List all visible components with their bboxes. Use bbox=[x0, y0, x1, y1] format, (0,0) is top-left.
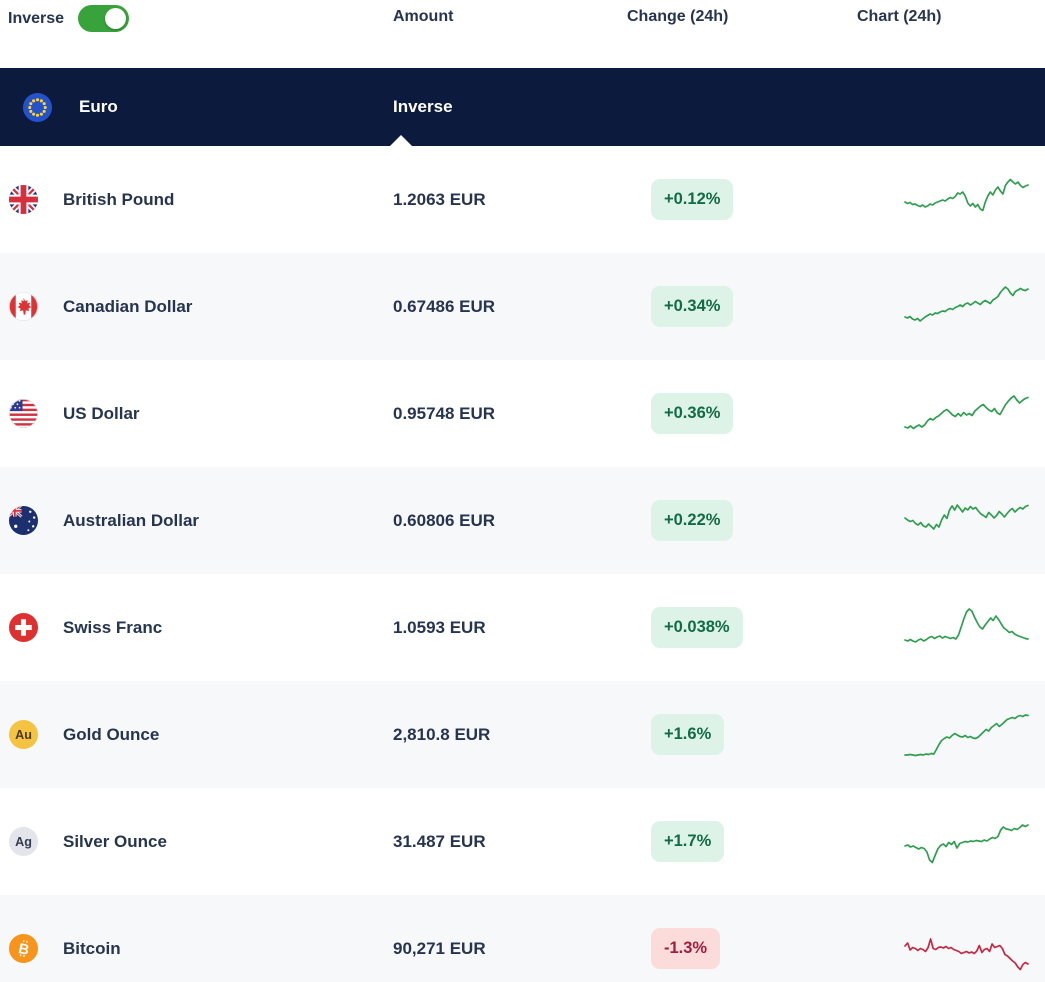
svg-text:Ag: Ag bbox=[15, 835, 32, 849]
row-australian-dollar[interactable]: Australian Dollar 0.60806 EUR +0.22% bbox=[0, 467, 1045, 574]
sparkline-chart bbox=[904, 713, 1029, 756]
currency-name: Silver Ounce bbox=[63, 831, 167, 851]
currency-amount: 2,810.8 EUR bbox=[393, 724, 491, 744]
gold-au-icon: Au bbox=[8, 719, 39, 750]
sparkline-chart bbox=[904, 503, 1029, 530]
table-header: Inverse Amount Change (24h) Chart (24h) bbox=[0, 0, 1045, 68]
change-badge: +0.12% bbox=[651, 179, 734, 220]
base-currency-row: Euro Inverse bbox=[0, 68, 1045, 146]
change-badge: +0.22% bbox=[651, 500, 734, 541]
bitcoin-icon: B bbox=[8, 933, 39, 964]
currency-name: British Pound bbox=[63, 189, 175, 209]
us-flag-icon bbox=[8, 398, 39, 429]
currency-name: Gold Ounce bbox=[63, 724, 160, 744]
change-badge: +1.6% bbox=[651, 714, 725, 755]
sparkline-chart bbox=[904, 823, 1029, 863]
base-mode-label: Inverse bbox=[393, 97, 453, 116]
canada-flag-icon bbox=[8, 291, 39, 322]
sparkline-chart bbox=[904, 394, 1029, 429]
currency-amount: 90,271 EUR bbox=[393, 938, 486, 958]
currency-rates-table: Inverse Amount Change (24h) Chart (24h) bbox=[0, 0, 1045, 982]
currency-amount: 0.67486 EUR bbox=[393, 296, 496, 316]
inverse-toggle[interactable] bbox=[78, 5, 130, 32]
column-header-chart: Chart (24h) bbox=[857, 8, 942, 25]
row-bitcoin[interactable]: B Bitcoin 90,271 EUR -1.3% bbox=[0, 895, 1045, 982]
currency-amount: 0.60806 EUR bbox=[393, 510, 496, 530]
change-badge: +0.36% bbox=[651, 393, 734, 434]
base-currency-name: Euro bbox=[79, 97, 118, 116]
change-badge: -1.3% bbox=[651, 928, 721, 969]
column-header-amount: Amount bbox=[393, 8, 454, 25]
pointer-notch bbox=[390, 135, 412, 146]
change-badge: +1.7% bbox=[651, 821, 725, 862]
row-canadian-dollar[interactable]: Canadian Dollar 0.67486 EUR +0.34% bbox=[0, 253, 1045, 360]
row-gold-ounce[interactable]: Au Gold Ounce 2,810.8 EUR +1.6% bbox=[0, 681, 1045, 788]
currency-name: Australian Dollar bbox=[63, 510, 200, 530]
currency-amount: 0.95748 EUR bbox=[393, 403, 496, 423]
silver-ag-icon: Ag bbox=[8, 826, 39, 857]
svg-text:Au: Au bbox=[15, 728, 32, 742]
column-header-change: Change (24h) bbox=[627, 8, 729, 25]
row-us-dollar[interactable]: US Dollar 0.95748 EUR +0.36% bbox=[0, 360, 1045, 467]
row-british-pound[interactable]: British Pound 1.2063 EUR +0.12% bbox=[0, 146, 1045, 253]
row-silver-ounce[interactable]: Ag Silver Ounce 31.487 EUR +1.7% bbox=[0, 788, 1045, 895]
rows-container: British Pound 1.2063 EUR +0.12% Canadian… bbox=[0, 146, 1045, 982]
currency-name: Canadian Dollar bbox=[63, 296, 193, 316]
change-badge: +0.038% bbox=[651, 607, 743, 648]
toggle-knob bbox=[105, 8, 127, 29]
sparkline-chart bbox=[904, 937, 1029, 970]
sparkline-chart bbox=[904, 607, 1029, 643]
currency-name: Bitcoin bbox=[63, 938, 121, 958]
currency-name: Swiss Franc bbox=[63, 617, 163, 637]
sparkline-chart bbox=[904, 178, 1029, 211]
currency-name: US Dollar bbox=[63, 403, 140, 423]
australia-flag-icon bbox=[8, 505, 39, 536]
sparkline-chart bbox=[904, 285, 1029, 322]
change-badge: +0.34% bbox=[651, 286, 734, 327]
uk-flag-icon bbox=[8, 184, 39, 215]
currency-amount: 31.487 EUR bbox=[393, 831, 486, 851]
row-swiss-franc[interactable]: Swiss Franc 1.0593 EUR +0.038% bbox=[0, 574, 1045, 681]
currency-amount: 1.2063 EUR bbox=[393, 189, 486, 209]
eu-flag-icon bbox=[22, 92, 53, 123]
inverse-toggle-label: Inverse bbox=[8, 9, 65, 27]
switzerland-flag-icon bbox=[8, 612, 39, 643]
currency-amount: 1.0593 EUR bbox=[393, 617, 486, 637]
